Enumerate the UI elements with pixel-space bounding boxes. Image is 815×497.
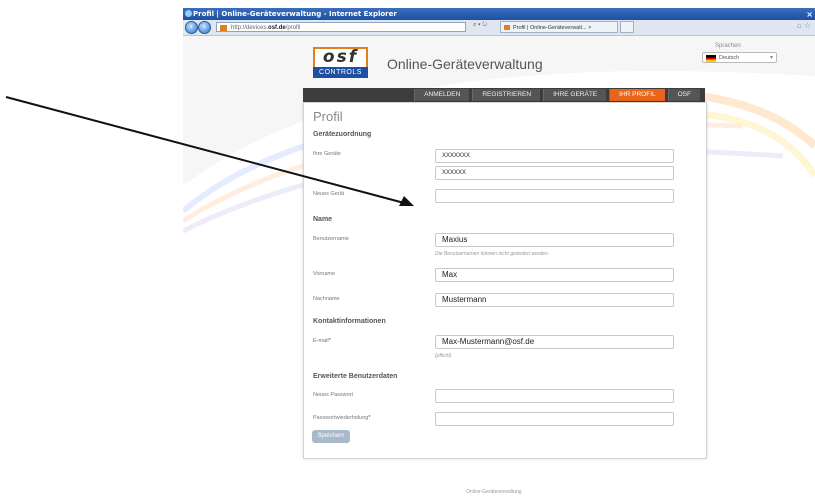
username-input[interactable]: Maxius	[435, 233, 674, 247]
logo-mark: osf	[313, 47, 368, 67]
chevron-down-icon: ▾	[769, 55, 773, 61]
osf-logo[interactable]: osf CONTROLS	[313, 47, 368, 78]
address-bar[interactable]: http://devices.osf.de/profil	[216, 22, 466, 32]
email-input[interactable]: Max-Mustermann@osf.de	[435, 335, 674, 349]
label-nachname: Nachname	[313, 296, 340, 302]
nav-ihre-geraete[interactable]: IHRE GERÄTE	[543, 89, 607, 101]
required-marker-2: *	[368, 415, 371, 421]
device-field-2[interactable]: XXXXXX	[435, 166, 674, 180]
back-icon[interactable]: ‹	[185, 21, 198, 34]
tab-favicon-icon	[504, 25, 510, 30]
favicon-icon	[220, 25, 227, 31]
app-title: Online-Geräteverwaltung	[387, 56, 543, 72]
label-neues-passwort: Neues Passwort	[313, 392, 354, 398]
window-title: Profil | Online-Geräteverwaltung - Inter…	[193, 10, 397, 18]
label-neues-geraet: Neues Gerät	[313, 191, 345, 197]
username-hint: Die Benutzernamen können nicht geändert …	[435, 251, 548, 257]
home-icon[interactable]: ⌂ ☆	[797, 21, 811, 30]
language-label: Sprachen	[715, 43, 741, 49]
main-nav: ANMELDEN REGISTRIEREN IHRE GERÄTE IHR PR…	[303, 88, 705, 102]
address-domain: osf.de	[268, 25, 286, 31]
german-flag-icon	[706, 55, 716, 62]
browser-tab[interactable]: Profil | Online-Geräteverwalt... ×	[500, 21, 618, 33]
section-erweiterte-benutzerdaten: Erweiterte Benutzerdaten	[313, 373, 398, 380]
label-password-repeat-text: Passwortwiederholung	[313, 415, 369, 421]
section-geraetezuordnung: Gerätezuordnung	[313, 131, 372, 138]
label-ihre-geraete: Ihre Geräte	[313, 151, 341, 157]
window-titlebar: Profil | Online-Geräteverwaltung - Inter…	[183, 8, 815, 20]
save-button[interactable]: Speichern	[312, 430, 350, 443]
footer-text: Online-Geräteverwaltung	[466, 489, 522, 495]
label-benutzername: Benutzername	[313, 236, 349, 242]
address-path: /profil	[285, 25, 301, 31]
password-repeat-input[interactable]	[435, 412, 674, 426]
logo-subtext: CONTROLS	[313, 67, 368, 78]
nav-registrieren[interactable]: REGISTRIEREN	[472, 89, 541, 101]
device-field-1[interactable]: XXXXXXX	[435, 149, 674, 163]
address-tools[interactable]: ⌕ ▾ ↻	[473, 22, 487, 29]
label-email: E-mail*	[313, 338, 331, 344]
browser-toolbar: ‹ › http://devices.osf.de/profil ⌕ ▾ ↻ P…	[183, 20, 815, 36]
page-title: Profil	[313, 109, 343, 124]
nav-ihr-profil[interactable]: IHR PROFIL	[609, 89, 665, 101]
section-kontaktinformationen: Kontaktinformationen	[313, 318, 386, 325]
email-hint: (pflicht)	[435, 353, 452, 359]
profile-form: Profil Gerätezuordnung Ihre Geräte XXXXX…	[303, 102, 707, 459]
required-marker: *	[328, 338, 331, 344]
browser-window: Profil | Online-Geräteverwaltung - Inter…	[183, 8, 815, 497]
ie-icon	[185, 10, 192, 17]
tab-title: Profil | Online-Geräteverwalt... ×	[513, 25, 592, 31]
section-name: Name	[313, 216, 333, 223]
language-value: Deutsch	[719, 55, 740, 61]
new-device-input[interactable]	[435, 189, 674, 203]
label-email-text: E-mail	[313, 338, 329, 344]
lastname-input[interactable]: Mustermann	[435, 293, 674, 307]
firstname-input[interactable]: Max	[435, 268, 674, 282]
forward-icon[interactable]: ›	[198, 21, 211, 34]
new-tab-button[interactable]	[620, 21, 634, 33]
new-password-input[interactable]	[435, 389, 674, 403]
nav-osf[interactable]: OSF	[667, 89, 700, 101]
label-passwortwiederholung: Passwortwiederholung*	[313, 415, 370, 421]
label-vorname: Vorname	[313, 271, 336, 277]
address-prefix: http://devices.	[231, 25, 269, 31]
language-select[interactable]: Deutsch ▾	[702, 52, 777, 63]
nav-anmelden[interactable]: ANMELDEN	[414, 89, 470, 101]
web-page: osf CONTROLS Online-Geräteverwaltung Spr…	[183, 36, 815, 497]
